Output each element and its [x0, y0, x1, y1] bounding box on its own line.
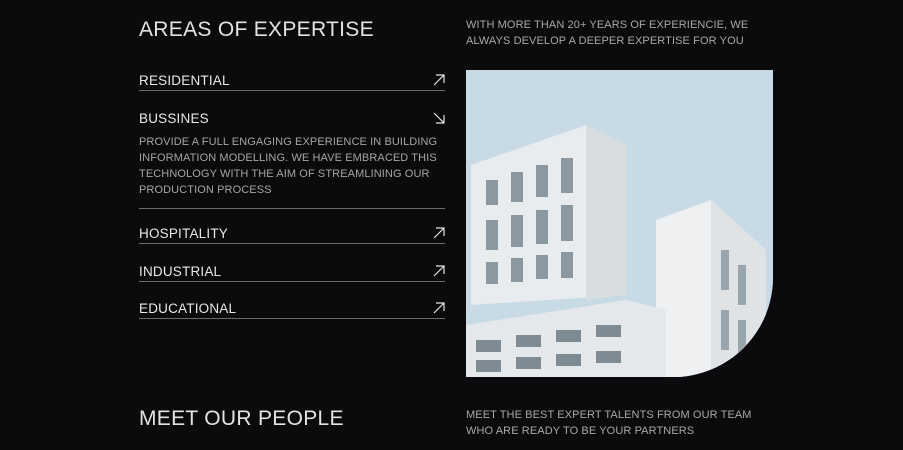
accordion-label: HOSPITALITY — [139, 225, 228, 241]
accordion-item-industrial[interactable]: INDUSTRIAL — [139, 261, 445, 282]
arrow-up-right-icon — [433, 302, 445, 314]
arrow-up-right-icon — [433, 265, 445, 277]
accordion-item-residential[interactable]: RESIDENTIAL — [139, 70, 445, 91]
accordion-item-bussines[interactable]: BUSSINES PROVIDE A FULL ENGAGING EXPERIE… — [139, 108, 445, 209]
arrow-down-right-icon — [433, 112, 445, 124]
accordion-label: EDUCATIONAL — [139, 300, 237, 316]
accordion-label: BUSSINES — [139, 110, 209, 126]
accordion-label: RESIDENTIAL — [139, 72, 230, 88]
people-tagline: MEET THE BEST EXPERT TALENTS FROM OUR TE… — [466, 409, 752, 437]
arrow-up-right-icon — [433, 227, 445, 239]
expertise-title: AREAS OF EXPERTISE — [139, 18, 374, 41]
accordion-label: INDUSTRIAL — [139, 263, 222, 279]
accordion-description: PROVIDE A FULL ENGAGING EXPERIENCE IN BU… — [139, 136, 438, 196]
arrow-up-right-icon — [433, 74, 445, 86]
accordion-item-educational[interactable]: EDUCATIONAL — [139, 298, 445, 319]
building-photo — [466, 70, 773, 377]
accordion-item-hospitality[interactable]: HOSPITALITY — [139, 223, 445, 244]
expertise-tagline: WITH MORE THAN 20+ YEARS OF EXPERIENCIE,… — [466, 19, 749, 47]
people-title: MEET OUR PEOPLE — [139, 407, 344, 430]
